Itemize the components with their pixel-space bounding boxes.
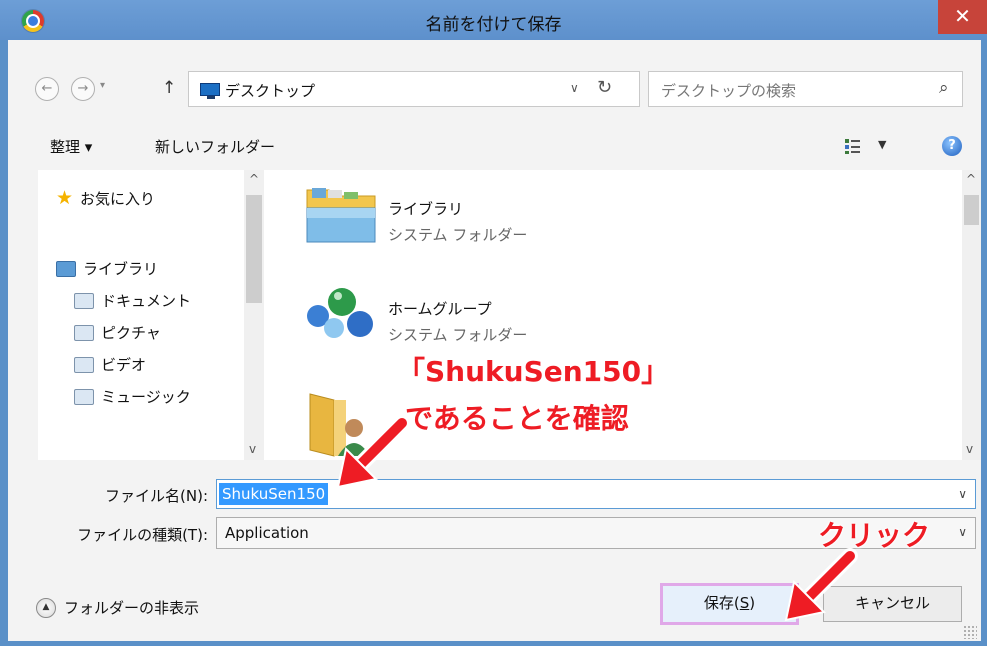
collapse-arrow-icon: ▲: [36, 597, 56, 618]
documents-library-icon: [74, 292, 94, 309]
search-icon[interactable]: ⌕: [939, 78, 949, 98]
help-icon[interactable]: ?: [942, 136, 962, 156]
resize-grip[interactable]: [963, 625, 977, 639]
pictures-library-icon: [74, 324, 94, 341]
nav-scrollbar-thumb[interactable]: [246, 195, 262, 303]
filetype-label: ファイルの種類(T):: [77, 526, 208, 544]
save-label: 保存(: [703, 594, 740, 612]
nav-item-label: お気に入り: [80, 190, 156, 208]
hide-folders-label: フォルダーの非表示: [64, 599, 200, 617]
address-bar[interactable]: デスクトップ ∨ ↻: [188, 71, 640, 107]
save-accelerator: S: [739, 594, 750, 612]
search-placeholder: デスクトップの検索: [661, 82, 797, 100]
nav-item-music[interactable]: ミュージック: [74, 386, 191, 407]
annotation-filename: 「ShukuSen150」: [397, 355, 670, 388]
nav-item-videos[interactable]: ビデオ: [74, 354, 146, 375]
view-dropdown-icon[interactable]: ▼: [878, 138, 886, 151]
library-folder-icon: [306, 188, 376, 243]
filetype-dropdown-icon[interactable]: ∨: [958, 525, 967, 539]
up-arrow-icon[interactable]: ↑: [162, 78, 176, 98]
nav-item-libraries[interactable]: ライブラリ: [56, 258, 158, 279]
view-options-icon[interactable]: [844, 137, 862, 155]
organize-menu-button[interactable]: 整理 ▾: [50, 136, 92, 157]
save-label-close: ): [749, 594, 756, 612]
nav-item-favorites[interactable]: ★ お気に入り: [56, 188, 155, 209]
nav-item-label: ビデオ: [101, 356, 147, 374]
nav-item-label: ミュージック: [101, 388, 191, 406]
list-item[interactable]: ホームグループ システム フォルダー: [304, 280, 604, 350]
close-button[interactable]: ✕: [938, 0, 987, 34]
annotation-confirm: であることを確認: [405, 402, 629, 435]
nav-item-label: ピクチャ: [101, 324, 161, 342]
item-name: ホームグループ: [388, 300, 492, 318]
search-input[interactable]: デスクトップの検索 ⌕: [648, 71, 963, 107]
refresh-icon[interactable]: ↻: [597, 77, 612, 98]
item-type: システム フォルダー: [388, 326, 528, 344]
window-title: 名前を付けて保存: [425, 15, 562, 35]
list-item[interactable]: ライブラリ システム フォルダー: [304, 180, 604, 250]
star-icon: ★: [56, 187, 74, 209]
address-dropdown-icon[interactable]: ∨: [570, 81, 579, 95]
title-bar[interactable]: 名前を付けて保存 ✕: [0, 0, 987, 40]
recent-locations-chevron-icon[interactable]: ▾: [100, 80, 105, 91]
filename-value: ShukuSen150: [219, 483, 329, 505]
nav-item-label: ライブラリ: [83, 260, 159, 278]
music-library-icon: [74, 388, 94, 405]
hide-folders-button[interactable]: ▲ フォルダーの非表示: [36, 597, 199, 618]
nav-item-label: ドキュメント: [101, 292, 192, 310]
new-folder-button[interactable]: 新しいフォルダー: [155, 136, 275, 157]
homegroup-icon: [307, 288, 373, 338]
filetype-value: Application: [225, 524, 309, 542]
videos-library-icon: [74, 356, 94, 373]
red-arrow-icon: [336, 415, 410, 489]
navigation-pane[interactable]: ★ お気に入り ライブラリ ドキュメント ピクチャ ビデオ ミュージック: [38, 170, 272, 460]
library-icon: [56, 260, 76, 277]
red-arrow-icon: [784, 548, 858, 622]
item-name: ライブラリ: [388, 200, 464, 218]
nav-item-pictures[interactable]: ピクチャ: [74, 322, 161, 343]
filename-dropdown-icon[interactable]: ∨: [958, 487, 967, 501]
content-scrollbar-thumb[interactable]: [964, 195, 979, 225]
address-location: デスクトップ: [225, 82, 316, 100]
item-type: システム フォルダー: [388, 226, 528, 244]
nav-item-documents[interactable]: ドキュメント: [74, 290, 191, 311]
filename-label: ファイル名(N):: [105, 487, 208, 505]
back-button[interactable]: ←: [35, 77, 59, 101]
desktop-icon: [200, 83, 220, 99]
forward-button[interactable]: →: [71, 77, 95, 101]
